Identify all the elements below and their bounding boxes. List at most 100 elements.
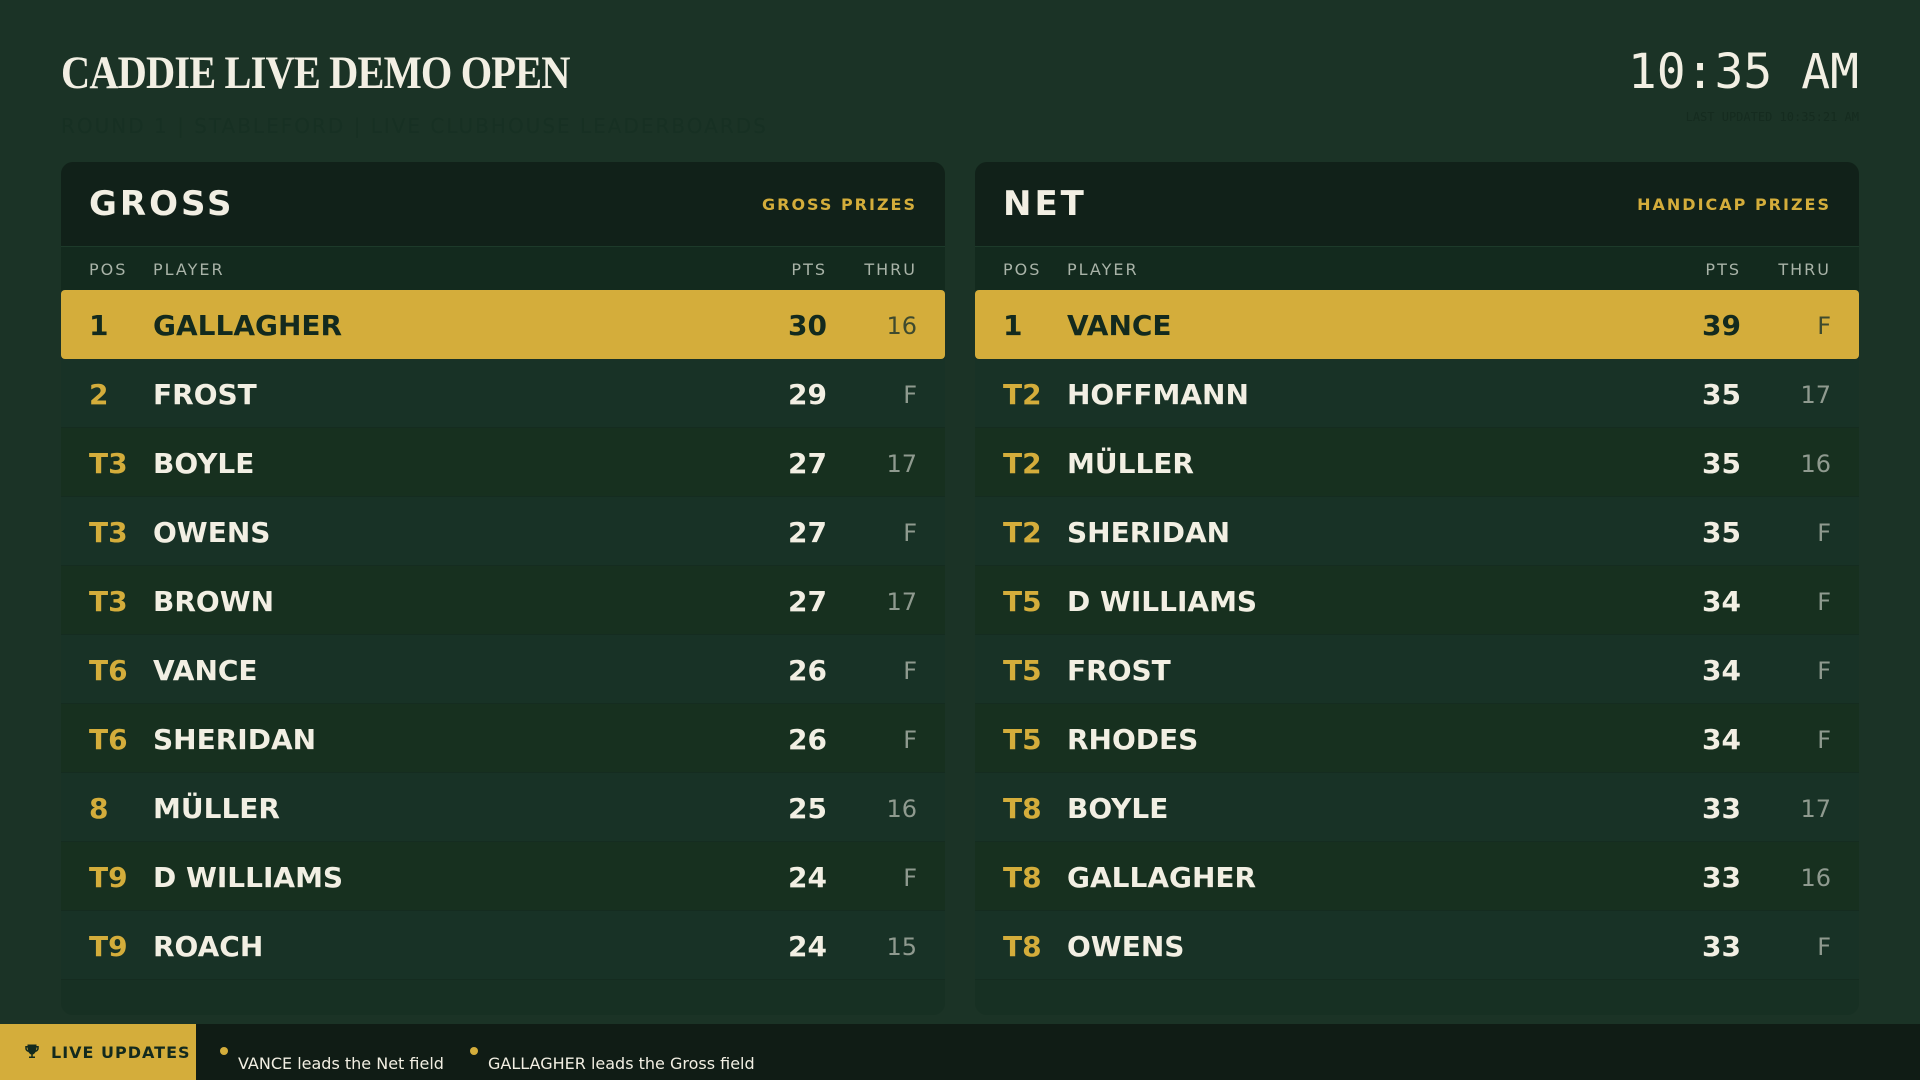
row-pts: 27: [788, 585, 827, 618]
board-title: NET: [1003, 184, 1087, 224]
row-pos: T5: [1003, 654, 1042, 687]
row-pos: T8: [1003, 861, 1042, 894]
row-player: FROST: [1067, 654, 1171, 687]
row-thru: F: [1817, 726, 1831, 754]
board-title: GROSS: [89, 184, 235, 224]
table-row: 8 MÜLLER 25 16: [61, 773, 945, 842]
row-pts: 33: [1702, 792, 1741, 825]
board-header: GROSS GROSS PRIZES: [61, 162, 945, 246]
row-pos: 8: [89, 792, 109, 825]
row-thru: 17: [1800, 795, 1831, 823]
row-thru: 16: [886, 795, 917, 823]
row-player: SHERIDAN: [153, 723, 317, 756]
table-row: T3 OWENS 27 F: [61, 497, 945, 566]
row-thru: 16: [1800, 450, 1831, 478]
row-player: RHODES: [1067, 723, 1199, 756]
ticker-message: GALLAGHER leads the Gross field: [488, 1054, 755, 1073]
row-thru: F: [903, 864, 917, 892]
row-pts: 34: [1702, 723, 1741, 756]
row-pos: T2: [1003, 516, 1042, 549]
gross-leaderboard: GROSS GROSS PRIZES POS PLAYER PTS THRU 1…: [61, 162, 945, 1015]
table-row: T2 HOFFMANN 35 17: [975, 359, 1859, 428]
board-header: NET HANDICAP PRIZES: [975, 162, 1859, 246]
row-pts: 34: [1702, 654, 1741, 687]
clock: 10:35 AM: [1627, 44, 1859, 100]
row-pts: 26: [788, 723, 827, 756]
table-row: T5 RHODES 34 F: [975, 704, 1859, 773]
row-thru: F: [1817, 588, 1831, 616]
row-pos: T3: [89, 447, 128, 480]
row-player: FROST: [153, 378, 257, 411]
row-pos: 1: [89, 309, 109, 342]
row-player: OWENS: [1067, 930, 1185, 963]
row-pts: 33: [1702, 861, 1741, 894]
row-pts: 27: [788, 516, 827, 549]
row-thru: F: [903, 381, 917, 409]
row-thru: 17: [1800, 381, 1831, 409]
bullet-dot-icon: [220, 1047, 228, 1055]
column-headers: POS PLAYER PTS THRU: [61, 246, 945, 290]
row-pts: 29: [788, 378, 827, 411]
row-pos: T8: [1003, 930, 1042, 963]
live-updates-label: LIVE UPDATES: [0, 1024, 196, 1080]
table-row: T6 VANCE 26 F: [61, 635, 945, 704]
col-thru: THRU: [1778, 260, 1831, 279]
col-pos: POS: [1003, 260, 1042, 279]
row-pos: 1: [1003, 309, 1023, 342]
bullet-dot-icon: [470, 1047, 478, 1055]
board-prize-label: HANDICAP PRIZES: [1637, 195, 1831, 214]
row-player: VANCE: [153, 654, 258, 687]
row-player: ROACH: [153, 930, 264, 963]
row-player: HOFFMANN: [1067, 378, 1249, 411]
row-pts: 35: [1702, 447, 1741, 480]
live-updates-ticker: LIVE UPDATES VANCE leads the Net field G…: [0, 1024, 1920, 1080]
table-row: T2 MÜLLER 35 16: [975, 428, 1859, 497]
ticker-message: VANCE leads the Net field: [238, 1054, 444, 1073]
table-row: T5 FROST 34 F: [975, 635, 1859, 704]
col-thru: THRU: [864, 260, 917, 279]
row-thru: F: [903, 657, 917, 685]
row-thru: F: [903, 519, 917, 547]
row-player: MÜLLER: [1067, 447, 1194, 480]
row-pos: T6: [89, 654, 128, 687]
event-subtitle: ROUND 1 | STABLEFORD | LIVE CLUBHOUSE LE…: [61, 114, 768, 138]
row-pos: T9: [89, 861, 128, 894]
row-pos: 2: [89, 378, 109, 411]
row-thru: F: [1817, 657, 1831, 685]
row-pts: 34: [1702, 585, 1741, 618]
table-row: T8 OWENS 33 F: [975, 911, 1859, 980]
event-title: CADDIE LIVE DEMO OPEN: [61, 47, 570, 99]
column-headers: POS PLAYER PTS THRU: [975, 246, 1859, 290]
row-pts: 35: [1702, 516, 1741, 549]
row-player: VANCE: [1067, 309, 1172, 342]
row-player: BROWN: [153, 585, 275, 618]
row-pts: 27: [788, 447, 827, 480]
row-pos: T2: [1003, 378, 1042, 411]
table-row: T5 D WILLIAMS 34 F: [975, 566, 1859, 635]
row-pts: 25: [788, 792, 827, 825]
live-updates-text: LIVE UPDATES: [51, 1043, 191, 1062]
header: CADDIE LIVE DEMO OPEN ROUND 1 | STABLEFO…: [61, 40, 1859, 140]
row-pos: T2: [1003, 447, 1042, 480]
row-player: MÜLLER: [153, 792, 280, 825]
row-player: D WILLIAMS: [153, 861, 344, 894]
row-thru: F: [1817, 519, 1831, 547]
row-pos: T6: [89, 723, 128, 756]
row-pos: T3: [89, 516, 128, 549]
row-thru: 15: [886, 933, 917, 961]
table-row: T2 SHERIDAN 35 F: [975, 497, 1859, 566]
row-pts: 33: [1702, 930, 1741, 963]
trophy-icon: [25, 1044, 39, 1058]
row-thru: 17: [886, 588, 917, 616]
col-player: PLAYER: [1067, 260, 1139, 279]
row-player: SHERIDAN: [1067, 516, 1231, 549]
row-pts: 30: [788, 309, 827, 342]
row-thru: 16: [1800, 864, 1831, 892]
row-thru: 16: [886, 312, 917, 340]
last-updated: LAST UPDATED 10:35:21 AM: [1685, 110, 1859, 124]
row-pos: T3: [89, 585, 128, 618]
board-prize-label: GROSS PRIZES: [761, 195, 917, 214]
row-pos: T5: [1003, 585, 1042, 618]
table-row: T6 SHERIDAN 26 F: [61, 704, 945, 773]
row-pts: 26: [788, 654, 827, 687]
